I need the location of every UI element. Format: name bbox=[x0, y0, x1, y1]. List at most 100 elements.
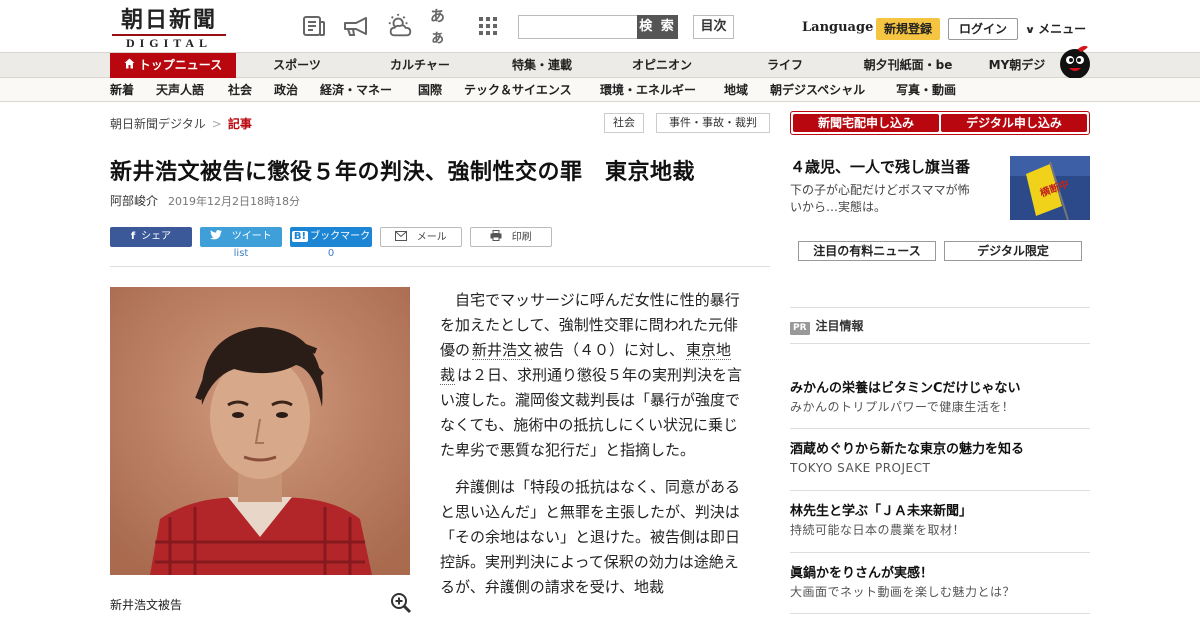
tab-digital-only[interactable]: デジタル限定 bbox=[944, 241, 1082, 261]
pr-badge: PR bbox=[790, 322, 810, 335]
menu-button[interactable]: ∨ メニュー bbox=[1024, 20, 1087, 37]
nav-opinion[interactable]: オピニオン bbox=[622, 53, 702, 78]
signup-button[interactable]: 新規登録 bbox=[876, 18, 940, 40]
article-divider bbox=[110, 266, 770, 267]
newspaper-icon[interactable] bbox=[300, 12, 328, 40]
pr-item-subtitle: みかんのトリプルパワーで健康生活を！ bbox=[790, 400, 1015, 414]
tab-paid-news[interactable]: 注目の有料ニュース bbox=[798, 241, 936, 261]
pr-item[interactable]: みかんの栄養はビタミンCだけじゃない みかんのトリプルパワーで健康生活を！ bbox=[790, 380, 1090, 416]
facebook-icon: f bbox=[130, 231, 136, 242]
chevron-down-icon: ∨ bbox=[1024, 25, 1036, 36]
hatena-icon: B! bbox=[291, 231, 309, 242]
weather-icon[interactable] bbox=[386, 12, 414, 40]
sidebar-divider bbox=[790, 428, 1090, 429]
feature-image[interactable]: 横断中 bbox=[1010, 156, 1090, 220]
nav-paper[interactable]: 朝夕刊紙面・be bbox=[858, 53, 958, 78]
subnav-international[interactable]: 国際 bbox=[418, 78, 442, 102]
pr-item-subtitle: 大画面でネット動画を楽しむ魅力とは？ bbox=[790, 585, 1016, 599]
nav-sports[interactable]: スポーツ bbox=[262, 53, 332, 78]
print-label: 印刷 bbox=[511, 232, 532, 243]
photo-caption: 新井浩文被告 bbox=[110, 598, 183, 612]
pr-item-subtitle: 持続可能な日本の農業を取材！ bbox=[790, 523, 966, 537]
pr-heading: PR 注目情報 bbox=[790, 317, 864, 335]
article-paragraph: 弁護側は「特段の抵抗はなく、同意があると思い込んだ」と無罪を主張したが、判決は「… bbox=[440, 478, 741, 596]
person-link[interactable]: 新井浩文 bbox=[472, 341, 533, 360]
nav-my-asadigi[interactable]: MY朝デジ bbox=[984, 53, 1050, 78]
logo-title: 朝日新聞 bbox=[120, 7, 217, 33]
menu-label: メニュー bbox=[1038, 22, 1087, 36]
twitter-share-label: ツイート bbox=[231, 231, 272, 242]
subnav-environment[interactable]: 環境・エネルギー bbox=[600, 78, 696, 102]
printer-icon bbox=[490, 230, 505, 243]
sidebar-divider bbox=[790, 613, 1090, 614]
subnav-tenseijingo[interactable]: 天声人語 bbox=[156, 78, 204, 102]
facebook-share-button[interactable]: f シェア bbox=[110, 227, 192, 247]
mail-icon bbox=[395, 231, 410, 243]
subnav-economy[interactable]: 経済・マネー bbox=[320, 78, 392, 102]
article-author[interactable]: 阿部峻介 bbox=[110, 194, 158, 208]
subnav-special[interactable]: 朝デジスペシャル bbox=[770, 78, 865, 102]
pr-item-title: 酒蔵めぐりから新たな東京の魅力を知る bbox=[790, 442, 1025, 457]
pr-item[interactable]: 眞鍋かをりさんが実感！ 大画面でネット動画を楽しむ魅力とは？ bbox=[790, 565, 1090, 601]
zoom-icon[interactable] bbox=[390, 592, 412, 614]
megaphone-icon[interactable] bbox=[342, 12, 370, 40]
sidebar-divider bbox=[790, 490, 1090, 491]
sidebar-divider bbox=[790, 343, 1090, 344]
newspaper-subscribe-button[interactable]: 新聞宅配申し込み bbox=[793, 114, 939, 132]
grid-icon[interactable] bbox=[474, 12, 502, 40]
pr-item[interactable]: 林先生と学ぶ「ＪＡ未来新聞」 持続可能な日本の農業を取材！ bbox=[790, 503, 1090, 539]
subnav-photo-video[interactable]: 写真・動画 bbox=[896, 78, 956, 102]
font-size-icon[interactable]: あぁ bbox=[430, 7, 458, 46]
sub-nav: 新着 天声人語 社会 政治 経済・マネー 国際 テック＆サイエンス 環境・エネル… bbox=[0, 78, 1200, 102]
mail-share-button[interactable]: メール bbox=[380, 227, 462, 247]
twitter-share-count[interactable]: list bbox=[200, 248, 282, 259]
pr-item-title: 眞鍋かをりさんが実感！ bbox=[790, 566, 934, 581]
tag-incident[interactable]: 事件・事故・裁判 bbox=[656, 113, 770, 133]
paragraph-text: は２日、求刑通り懲役５年の実刑判決を言い渡した。瀧岡俊文裁判長は「暴行が強度でな… bbox=[440, 366, 743, 459]
logo-subtitle: DIGITAL bbox=[112, 34, 226, 50]
twitter-icon bbox=[210, 230, 225, 242]
main-nav: トップニュース スポーツ カルチャー 特集・連載 オピニオン ライフ 朝夕刊紙面… bbox=[0, 52, 1200, 78]
twitter-share-button[interactable]: ツイート bbox=[200, 227, 282, 247]
nav-top-news[interactable]: トップニュース bbox=[110, 53, 236, 78]
search-input[interactable] bbox=[518, 15, 638, 39]
feature-description[interactable]: 下の子が心配だけどボスママが怖いから…実態は。 bbox=[790, 182, 976, 216]
article-byline: 阿部峻介 2019年12月2日18時18分 bbox=[110, 192, 300, 209]
sidebar-divider bbox=[790, 552, 1090, 553]
subnav-politics[interactable]: 政治 bbox=[274, 78, 298, 102]
language-link[interactable]: Language bbox=[802, 20, 873, 35]
nav-life[interactable]: ライフ bbox=[750, 53, 820, 78]
subnav-regions[interactable]: 地域 bbox=[724, 78, 748, 102]
digital-subscribe-button[interactable]: デジタル申し込み bbox=[941, 114, 1087, 132]
site-header: 朝日新聞 DIGITAL あぁ 検 索 目次 Language 新規登録 ログイ… bbox=[0, 0, 1200, 52]
tag-society[interactable]: 社会 bbox=[604, 113, 644, 133]
pr-item[interactable]: 酒蔵めぐりから新たな東京の魅力を知る TOKYO SAKE PROJECT bbox=[790, 441, 1090, 477]
home-icon bbox=[124, 53, 135, 78]
nav-features[interactable]: 特集・連載 bbox=[502, 53, 582, 78]
feature-title[interactable]: ４歳児、一人で残し旗当番 bbox=[790, 156, 970, 177]
article-paragraph: 自宅でマッサージに呼んだ女性に性的暴行を加えたとして、強制性交罪に問われた元俳優… bbox=[440, 288, 744, 463]
mail-share-label: メール bbox=[416, 232, 447, 243]
toc-button[interactable]: 目次 bbox=[693, 15, 734, 39]
site-logo[interactable]: 朝日新聞 DIGITAL bbox=[112, 8, 226, 50]
pr-item-subtitle: TOKYO SAKE PROJECT bbox=[790, 461, 931, 475]
pr-heading-label: 注目情報 bbox=[815, 319, 864, 333]
nav-culture[interactable]: カルチャー bbox=[380, 53, 460, 78]
pr-item-title: 林先生と学ぶ「ＪＡ未来新聞」 bbox=[790, 504, 973, 519]
breadcrumb-home[interactable]: 朝日新聞デジタル bbox=[110, 117, 206, 131]
search-button[interactable]: 検 索 bbox=[637, 15, 678, 39]
subnav-society[interactable]: 社会 bbox=[228, 78, 252, 102]
mascot-icon[interactable] bbox=[1058, 42, 1092, 80]
article-body: 自宅でマッサージに呼んだ女性に性的暴行を加えたとして、強制性交罪に問われた元俳優… bbox=[440, 288, 744, 612]
hatena-bookmark-count[interactable]: 0 bbox=[290, 248, 372, 259]
hatena-bookmark-button[interactable]: B! ブックマーク bbox=[290, 227, 372, 247]
breadcrumb-current: 記事 bbox=[227, 117, 252, 131]
print-button[interactable]: 印刷 bbox=[470, 227, 552, 247]
paragraph-text: 被告（４０）に対し、 bbox=[534, 341, 685, 359]
subnav-latest[interactable]: 新着 bbox=[110, 78, 134, 102]
subnav-tech[interactable]: テック＆サイエンス bbox=[464, 78, 572, 102]
breadcrumb-separator: > bbox=[211, 117, 222, 131]
login-button[interactable]: ログイン bbox=[948, 18, 1018, 40]
hatena-bookmark-label: ブックマーク bbox=[310, 231, 371, 242]
article-photo[interactable] bbox=[110, 287, 410, 575]
